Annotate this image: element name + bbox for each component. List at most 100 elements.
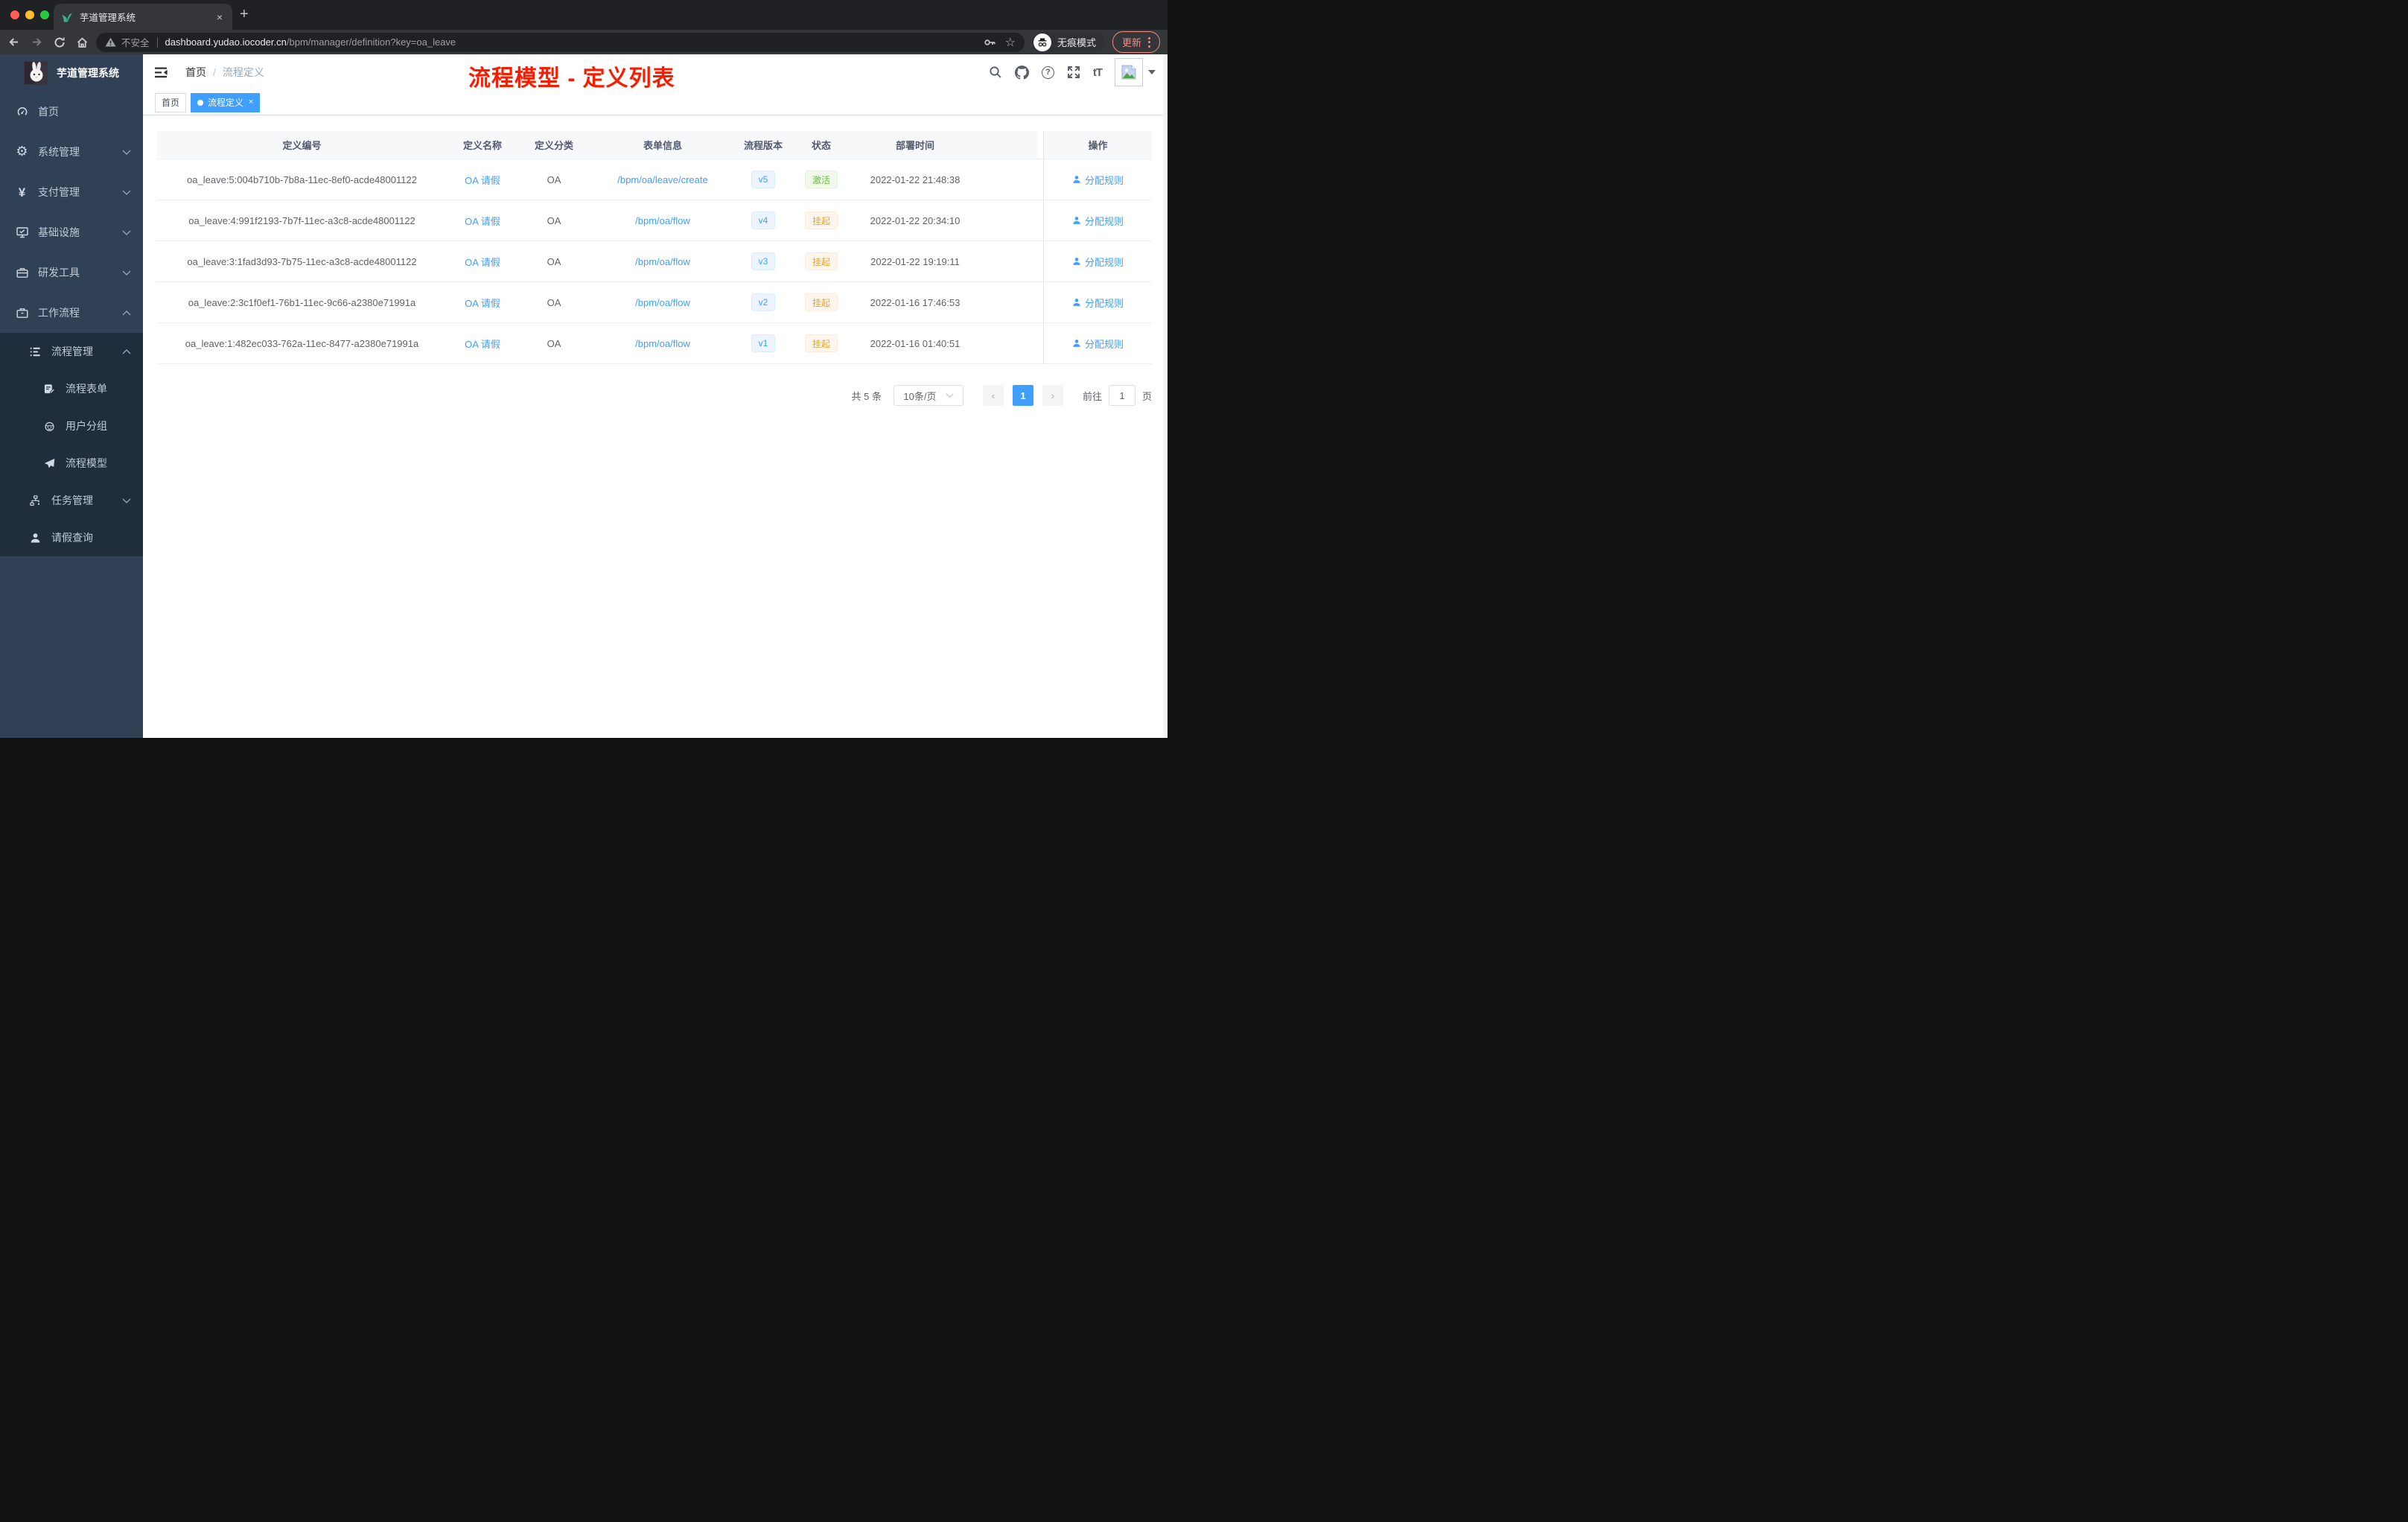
user-icon bbox=[1073, 217, 1080, 224]
forward-icon[interactable] bbox=[31, 36, 43, 48]
sidebar-item-devtools[interactable]: 研发工具 bbox=[0, 252, 143, 293]
sidebar-item-task-management[interactable]: 任务管理 bbox=[0, 482, 143, 519]
tag-home[interactable]: 首页 bbox=[155, 92, 187, 112]
home-icon[interactable] bbox=[76, 36, 89, 48]
table-row: oa_leave:4:991f2193-7b7f-11ec-a3c8-acde4… bbox=[157, 200, 1152, 241]
avatar-broken-image-icon bbox=[1115, 58, 1143, 86]
form-link[interactable]: /bpm/oa/flow bbox=[635, 215, 690, 226]
goto-page-input[interactable] bbox=[1108, 385, 1135, 406]
sidebar-fold-icon[interactable] bbox=[155, 67, 168, 78]
table-row: oa_leave:2:3c1f0ef1-76b1-11ec-9c66-a2380… bbox=[157, 282, 1152, 323]
browser-scrollbar[interactable] bbox=[1163, 54, 1168, 738]
window-controls bbox=[10, 10, 49, 19]
status-badge: 挂起 bbox=[804, 211, 838, 229]
cell-deploy-time: 2022-01-22 20:34:10 bbox=[852, 200, 978, 241]
minimize-window-button[interactable] bbox=[25, 10, 34, 19]
assign-rule-link[interactable]: 分配规则 bbox=[1072, 296, 1124, 310]
tag-process-definition[interactable]: 流程定义 × bbox=[191, 92, 261, 112]
incognito-icon bbox=[1033, 33, 1051, 51]
status-badge: 挂起 bbox=[804, 293, 838, 311]
app-logo-row[interactable]: 芋道管理系统 bbox=[0, 54, 143, 92]
sidebar-item-process-form[interactable]: 流程表单 bbox=[0, 370, 143, 407]
cell-category: OA bbox=[518, 200, 590, 241]
assign-rule-link[interactable]: 分配规则 bbox=[1072, 173, 1124, 187]
cell-deploy-time: 2022-01-16 01:40:51 bbox=[852, 323, 978, 364]
chevron-down-icon bbox=[122, 150, 131, 155]
next-page-button[interactable]: › bbox=[1042, 385, 1063, 406]
assign-rule-link[interactable]: 分配规则 bbox=[1072, 214, 1124, 228]
dashboard-icon bbox=[15, 106, 29, 118]
close-window-button[interactable] bbox=[10, 10, 19, 19]
back-icon[interactable] bbox=[7, 36, 20, 48]
fullscreen-icon[interactable] bbox=[1067, 66, 1080, 79]
sidebar-item-label: 研发工具 bbox=[38, 267, 80, 278]
chevron-down-icon bbox=[122, 230, 131, 235]
github-icon[interactable] bbox=[1014, 65, 1029, 80]
col-header-time: 部署时间 bbox=[852, 131, 978, 159]
sidebar-item-user-group[interactable]: 用户分组 bbox=[0, 407, 143, 445]
address-bar[interactable]: 不安全 dashboard.yudao.iocoder.cn/bpm/manag… bbox=[96, 32, 1025, 52]
main-area: 首页 / 流程定义 流程模型 - 定义列表 ? tT 首页 流程定义 × 定义编… bbox=[143, 54, 1168, 738]
col-header-filler bbox=[978, 131, 1037, 159]
cell-id: oa_leave:1:482ec033-762a-11ec-8477-a2380… bbox=[157, 323, 447, 364]
sidebar-item-leave-query[interactable]: 请假查询 bbox=[0, 519, 143, 556]
sidebar-item-infrastructure[interactable]: 基础设施 bbox=[0, 212, 143, 252]
assign-rule-link[interactable]: 分配规则 bbox=[1072, 337, 1124, 351]
gear-icon: ⚙ bbox=[16, 144, 28, 159]
font-size-icon[interactable]: tT bbox=[1093, 66, 1103, 79]
tag-close-icon[interactable]: × bbox=[249, 98, 253, 106]
chevron-down-icon bbox=[945, 393, 954, 398]
cell-id: oa_leave:2:3c1f0ef1-76b1-11ec-9c66-a2380… bbox=[157, 282, 447, 323]
sidebar-item-process-management[interactable]: 流程管理 bbox=[0, 333, 143, 370]
col-header-id: 定义编号 bbox=[157, 131, 447, 159]
browser-update-button[interactable]: 更新 bbox=[1112, 31, 1160, 53]
tab-close-icon[interactable]: × bbox=[214, 11, 225, 23]
sidebar-item-home[interactable]: 首页 bbox=[0, 92, 143, 132]
assign-rule-link[interactable]: 分配规则 bbox=[1072, 255, 1124, 269]
definition-name-link[interactable]: OA 请假 bbox=[465, 296, 500, 310]
browser-menu-dots-icon[interactable] bbox=[1148, 36, 1150, 48]
new-tab-button[interactable]: + bbox=[240, 6, 249, 23]
form-link[interactable]: /bpm/oa/flow bbox=[635, 256, 690, 267]
cell-id: oa_leave:3:1fad3d93-7b75-11ec-a3c8-acde4… bbox=[157, 241, 447, 282]
col-header-name: 定义名称 bbox=[447, 131, 518, 159]
form-link[interactable]: /bpm/oa/leave/create bbox=[617, 174, 707, 185]
prev-page-button[interactable]: ‹ bbox=[982, 385, 1004, 406]
browser-tabbar: 芋道管理系统 × + bbox=[0, 0, 1168, 30]
definition-name-link[interactable]: OA 请假 bbox=[465, 214, 500, 228]
search-icon[interactable] bbox=[989, 66, 1002, 79]
user-icon bbox=[1073, 258, 1080, 265]
sidebar-item-system[interactable]: ⚙ 系统管理 bbox=[0, 132, 143, 172]
sidebar-item-label: 系统管理 bbox=[38, 146, 80, 158]
browser-tab[interactable]: 芋道管理系统 × bbox=[54, 4, 232, 30]
sidebar-item-workflow[interactable]: 工作流程 bbox=[0, 293, 143, 333]
definition-table: 定义编号 定义名称 定义分类 表单信息 流程版本 状态 部署时间 操作 oa_l… bbox=[157, 131, 1152, 364]
security-label[interactable]: 不安全 bbox=[121, 35, 150, 49]
definition-name-link[interactable]: OA 请假 bbox=[465, 337, 500, 351]
breadcrumb: 首页 / 流程定义 bbox=[185, 65, 264, 80]
definition-name-link[interactable]: OA 请假 bbox=[465, 255, 500, 269]
definition-name-link[interactable]: OA 请假 bbox=[465, 173, 500, 187]
password-key-icon[interactable] bbox=[984, 36, 996, 48]
current-page-button[interactable]: 1 bbox=[1012, 385, 1033, 406]
help-icon[interactable]: ? bbox=[1041, 66, 1054, 79]
breadcrumb-home[interactable]: 首页 bbox=[185, 65, 206, 80]
pagination: 共 5 条 10条/页 ‹ 1 › 前往 页 bbox=[157, 385, 1152, 406]
table-row: oa_leave:5:004b710b-7b8a-11ec-8ef0-acde4… bbox=[157, 159, 1152, 200]
version-badge: v1 bbox=[751, 334, 776, 352]
cell-category: OA bbox=[518, 323, 590, 364]
form-link[interactable]: /bpm/oa/flow bbox=[635, 338, 690, 349]
app-logo-rabbit bbox=[24, 61, 48, 85]
reload-icon[interactable] bbox=[54, 36, 66, 48]
cell-id: oa_leave:5:004b710b-7b8a-11ec-8ef0-acde4… bbox=[157, 159, 447, 200]
page-unit-label: 页 bbox=[1141, 390, 1152, 402]
form-link[interactable]: /bpm/oa/flow bbox=[635, 297, 690, 308]
user-icon bbox=[1073, 340, 1080, 347]
sidebar-item-payment[interactable]: ¥ 支付管理 bbox=[0, 172, 143, 212]
sidebar-item-label: 支付管理 bbox=[38, 186, 80, 198]
sidebar-item-process-model[interactable]: 流程模型 bbox=[0, 445, 143, 482]
bookmark-star-icon[interactable]: ☆ bbox=[1005, 35, 1016, 49]
user-avatar-menu[interactable] bbox=[1115, 58, 1156, 86]
page-size-select[interactable]: 10条/页 bbox=[893, 385, 963, 406]
zoom-window-button[interactable] bbox=[40, 10, 49, 19]
